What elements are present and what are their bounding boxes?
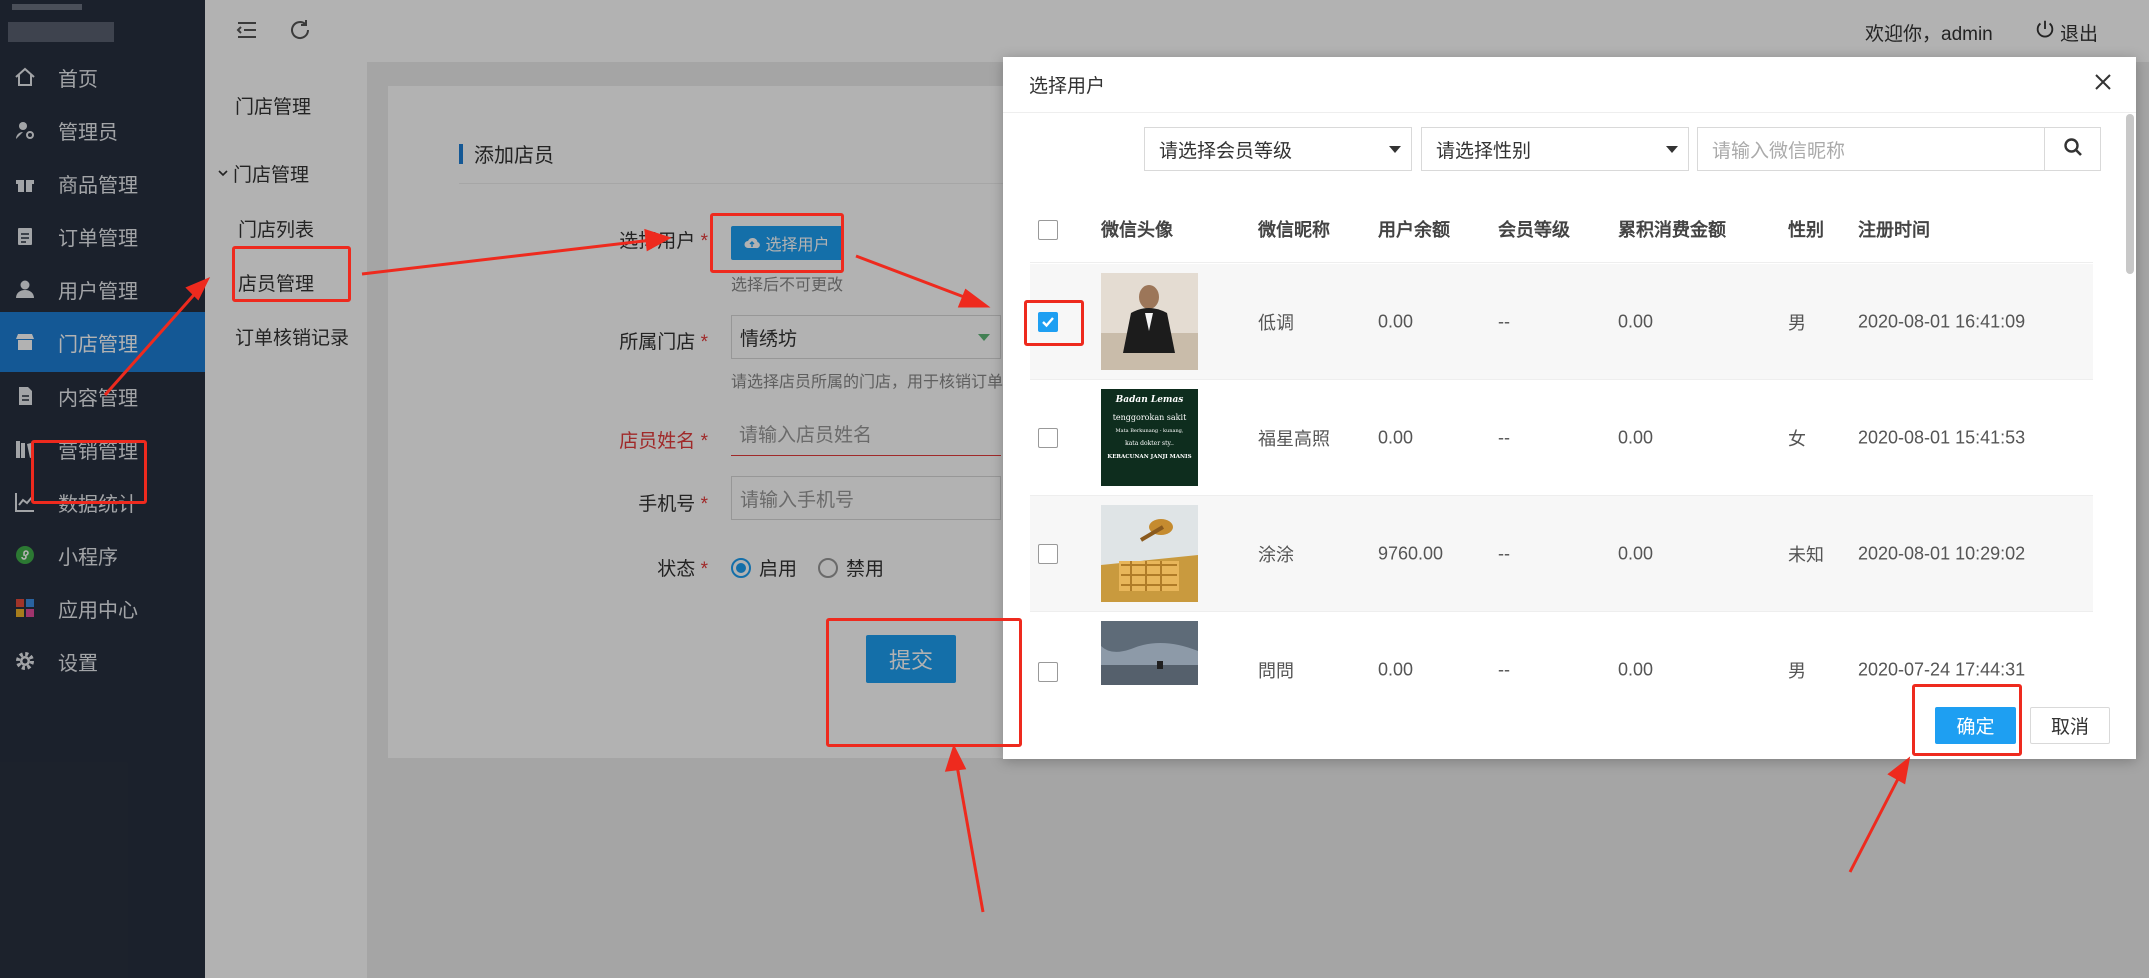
annotation-arrows [103, 228, 1911, 913]
